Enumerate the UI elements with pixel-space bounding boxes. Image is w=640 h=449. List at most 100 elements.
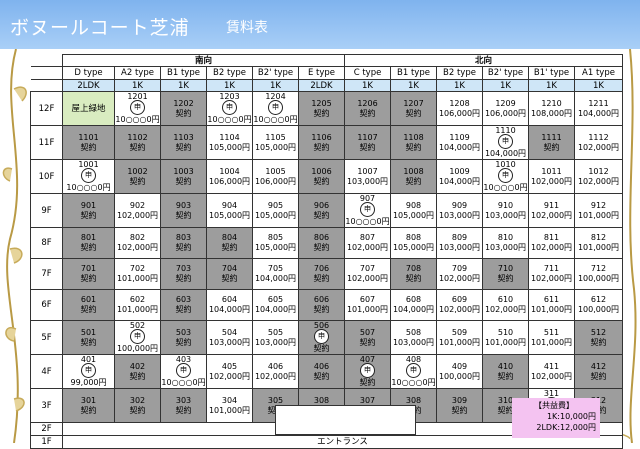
room-cell[interactable]: 1006 契約 [298, 159, 345, 194]
room-cell[interactable]: 1211 104,000円 [574, 91, 623, 126]
room-cell[interactable]: 911 102,000円 [528, 193, 575, 228]
room-cell[interactable]: 303 契約 [160, 388, 207, 423]
room-cell[interactable]: 602 101,000円 [114, 289, 161, 321]
room-cell[interactable]: 905 105,000円 [252, 193, 299, 228]
room-cell[interactable]: 605 104,000円 [252, 289, 299, 321]
room-cell[interactable]: 508 103,000円 [390, 320, 437, 355]
room-cell[interactable]: 607 101,000円 [344, 289, 391, 321]
room-cell[interactable]: 809 103,000円 [436, 227, 483, 259]
room-cell[interactable]: 401 申 99,000円 [62, 354, 115, 389]
room-cell[interactable]: 412 契約 [574, 354, 623, 389]
room-cell[interactable]: 1003 契約 [160, 159, 207, 194]
room-cell[interactable]: 406 契約 [298, 354, 345, 389]
room-cell[interactable]: 803 契約 [160, 227, 207, 259]
room-cell[interactable]: 503 契約 [160, 320, 207, 355]
room-cell[interactable]: 1102 契約 [114, 125, 161, 160]
room-cell[interactable]: 1004 106,000円 [206, 159, 253, 194]
room-cell[interactable]: 703 契約 [160, 258, 207, 290]
room-cell[interactable]: 1205 契約 [298, 91, 345, 126]
room-cell[interactable]: 402 契約 [114, 354, 161, 389]
room-cell[interactable]: 704 契約 [206, 258, 253, 290]
room-cell[interactable]: 902 102,000円 [114, 193, 161, 228]
room-cell[interactable]: 709 102,000円 [436, 258, 483, 290]
room-cell[interactable]: 1210 108,000円 [528, 91, 575, 126]
room-cell[interactable]: 509 101,000円 [436, 320, 483, 355]
room-cell[interactable]: 1007 103,000円 [344, 159, 391, 194]
room-cell[interactable]: 903 契約 [160, 193, 207, 228]
room-cell[interactable]: 512 契約 [574, 320, 623, 355]
room-cell[interactable]: 907 申 10○○○0円 [344, 193, 391, 228]
room-cell[interactable]: 1001 申 10○○○0円 [62, 159, 115, 194]
room-cell[interactable]: 1002 契約 [114, 159, 161, 194]
room-cell[interactable]: 1104 105,000円 [206, 125, 253, 160]
room-cell[interactable]: 406 102,000円 [252, 354, 299, 389]
room-cell[interactable]: 708 契約 [390, 258, 437, 290]
room-cell[interactable]: 408 申 10○○○0円 [390, 354, 437, 389]
room-cell[interactable]: 1207 契約 [390, 91, 437, 126]
room-cell[interactable]: 1010 申 10○○○0円 [482, 159, 529, 194]
room-cell[interactable]: 1101 契約 [62, 125, 115, 160]
room-cell[interactable]: 812 101,000円 [574, 227, 623, 259]
room-cell[interactable]: 705 104,000円 [252, 258, 299, 290]
room-cell[interactable]: 511 101,000円 [528, 320, 575, 355]
room-cell[interactable]: 501 契約 [62, 320, 115, 355]
room-cell[interactable]: 1103 契約 [160, 125, 207, 160]
room-cell[interactable]: 711 102,000円 [528, 258, 575, 290]
room-cell[interactable]: 301 契約 [62, 388, 115, 423]
room-cell[interactable]: 403 申 10○○○0円 [160, 354, 207, 389]
room-cell[interactable]: 1106 契約 [298, 125, 345, 160]
room-cell[interactable]: 1203 申 10○○○0円 [206, 91, 253, 126]
room-cell[interactable]: 606 契約 [298, 289, 345, 321]
room-cell[interactable]: 611 101,000円 [528, 289, 575, 321]
room-cell[interactable]: 304 101,000円 [206, 388, 253, 423]
room-cell[interactable]: 1112 102,000円 [574, 125, 623, 160]
room-cell[interactable]: 407 申契約 [344, 354, 391, 389]
room-cell[interactable]: 405 102,000円 [206, 354, 253, 389]
room-cell[interactable]: 505 103,000円 [252, 320, 299, 355]
room-cell[interactable]: 1009 104,000円 [436, 159, 483, 194]
room-cell[interactable]: 1201 申 10○○○0円 [114, 91, 161, 126]
room-cell[interactable]: 808 105,000円 [390, 227, 437, 259]
room-cell[interactable]: 1005 106,000円 [252, 159, 299, 194]
room-cell[interactable]: 806 契約 [298, 227, 345, 259]
room-cell[interactable]: 409 100,000円 [436, 354, 483, 389]
room-cell[interactable]: 706 契約 [298, 258, 345, 290]
room-cell[interactable]: 603 契約 [160, 289, 207, 321]
room-cell[interactable]: 1204 申 10○○○0円 [252, 91, 299, 126]
room-cell[interactable]: 904 105,000円 [206, 193, 253, 228]
room-cell[interactable]: 屋上緑地 [62, 91, 115, 126]
room-cell[interactable]: 604 104,000円 [206, 289, 253, 321]
room-cell[interactable]: 701 契約 [62, 258, 115, 290]
room-cell[interactable]: 507 契約 [344, 320, 391, 355]
room-cell[interactable]: 801 契約 [62, 227, 115, 259]
room-cell[interactable]: 1108 契約 [390, 125, 437, 160]
room-cell[interactable]: 411 102,000円 [528, 354, 575, 389]
room-cell[interactable]: 1208 106,000円 [436, 91, 483, 126]
room-cell[interactable]: 510 101,000円 [482, 320, 529, 355]
room-cell[interactable]: 908 105,000円 [390, 193, 437, 228]
room-cell[interactable]: 612 100,000円 [574, 289, 623, 321]
room-cell[interactable]: 712 100,000円 [574, 258, 623, 290]
room-cell[interactable]: 710 契約 [482, 258, 529, 290]
room-cell[interactable]: 1011 102,000円 [528, 159, 575, 194]
room-cell[interactable]: 1111 契約 [528, 125, 575, 160]
room-cell[interactable]: 410 契約 [482, 354, 529, 389]
room-cell[interactable]: 1008 契約 [390, 159, 437, 194]
room-cell[interactable]: 610 102,000円 [482, 289, 529, 321]
room-cell[interactable]: 608 104,000円 [390, 289, 437, 321]
room-cell[interactable]: 1206 契約 [344, 91, 391, 126]
room-cell[interactable]: 1107 契約 [344, 125, 391, 160]
room-cell[interactable]: 1109 104,000円 [436, 125, 483, 160]
room-cell[interactable]: 912 101,000円 [574, 193, 623, 228]
room-cell[interactable]: 1012 102,000円 [574, 159, 623, 194]
room-cell[interactable]: 802 102,000円 [114, 227, 161, 259]
room-cell[interactable]: 504 103,000円 [206, 320, 253, 355]
room-cell[interactable]: 506 申契約 [298, 320, 345, 355]
room-cell[interactable]: 901 契約 [62, 193, 115, 228]
room-cell[interactable]: 804 契約 [206, 227, 253, 259]
room-cell[interactable]: 1105 105,000円 [252, 125, 299, 160]
room-cell[interactable]: 302 契約 [114, 388, 161, 423]
room-cell[interactable]: 807 102,000円 [344, 227, 391, 259]
room-cell[interactable]: 707 102,000円 [344, 258, 391, 290]
room-cell[interactable]: 702 101,000円 [114, 258, 161, 290]
